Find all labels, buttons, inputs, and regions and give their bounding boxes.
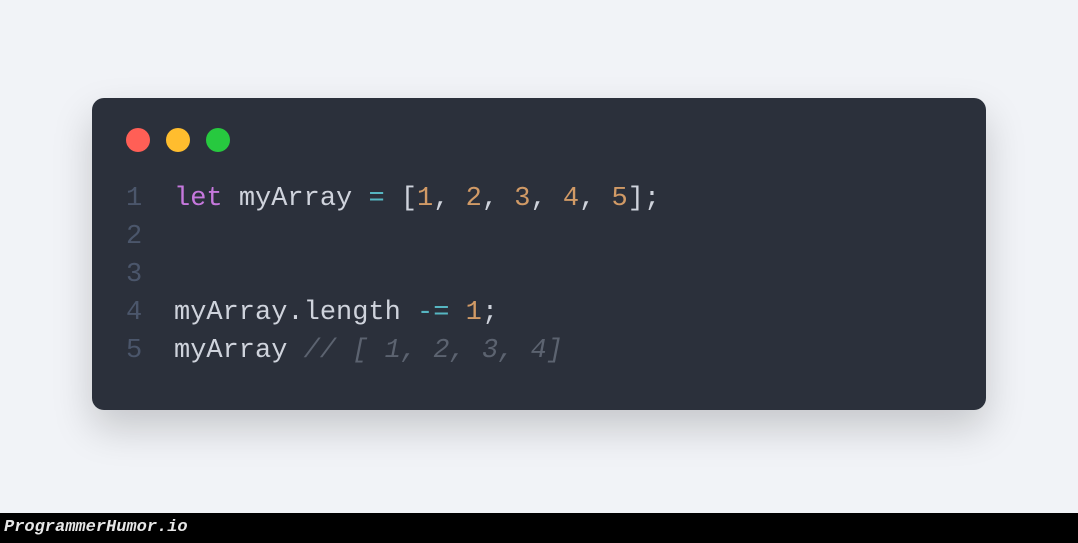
line-number: 5 bbox=[126, 332, 174, 370]
code-window: 1let myArray = [1, 2, 3, 4, 5];234myArra… bbox=[92, 98, 986, 410]
line-content: let myArray = [1, 2, 3, 4, 5]; bbox=[174, 180, 660, 218]
line-content: myArray.length -= 1; bbox=[174, 294, 498, 332]
code-line: 1let myArray = [1, 2, 3, 4, 5]; bbox=[126, 180, 952, 218]
watermark: ProgrammerHumor.io bbox=[0, 513, 1078, 543]
token-punct: ; bbox=[482, 298, 498, 328]
token-punct: , bbox=[579, 184, 611, 214]
code-line: 2 bbox=[126, 218, 952, 256]
token-punct: [ bbox=[401, 184, 417, 214]
token-num: 3 bbox=[514, 184, 530, 214]
token-num: 1 bbox=[417, 184, 433, 214]
code-line: 4myArray.length -= 1; bbox=[126, 294, 952, 332]
token-ident: length bbox=[304, 298, 401, 328]
line-number: 3 bbox=[126, 256, 174, 294]
watermark-text: ProgrammerHumor.io bbox=[4, 518, 188, 537]
minimize-icon[interactable] bbox=[166, 128, 190, 152]
token-txt bbox=[352, 184, 368, 214]
token-punct: ]; bbox=[628, 184, 660, 214]
token-txt bbox=[223, 184, 239, 214]
close-icon[interactable] bbox=[126, 128, 150, 152]
code-line: 3 bbox=[126, 256, 952, 294]
token-num: 5 bbox=[611, 184, 627, 214]
token-kw: let bbox=[174, 184, 223, 214]
line-number: 1 bbox=[126, 180, 174, 218]
token-txt bbox=[287, 336, 303, 366]
token-op: = bbox=[368, 184, 384, 214]
token-punct: . bbox=[287, 298, 303, 328]
token-punct: , bbox=[433, 184, 465, 214]
line-number: 4 bbox=[126, 294, 174, 332]
line-number: 2 bbox=[126, 218, 174, 256]
token-txt bbox=[449, 298, 465, 328]
token-num: 1 bbox=[466, 298, 482, 328]
token-num: 4 bbox=[563, 184, 579, 214]
token-txt bbox=[385, 184, 401, 214]
token-ident: myArray bbox=[174, 298, 287, 328]
code-block: 1let myArray = [1, 2, 3, 4, 5];234myArra… bbox=[126, 180, 952, 370]
zoom-icon[interactable] bbox=[206, 128, 230, 152]
token-num: 2 bbox=[466, 184, 482, 214]
token-ident: myArray bbox=[239, 184, 352, 214]
token-punct: , bbox=[530, 184, 562, 214]
window-controls bbox=[126, 128, 952, 152]
token-punct: , bbox=[482, 184, 514, 214]
line-content: myArray // [ 1, 2, 3, 4] bbox=[174, 332, 563, 370]
token-op: -= bbox=[417, 298, 449, 328]
token-ident: myArray bbox=[174, 336, 287, 366]
code-line: 5myArray // [ 1, 2, 3, 4] bbox=[126, 332, 952, 370]
token-txt bbox=[401, 298, 417, 328]
token-comment: // [ 1, 2, 3, 4] bbox=[304, 336, 563, 366]
